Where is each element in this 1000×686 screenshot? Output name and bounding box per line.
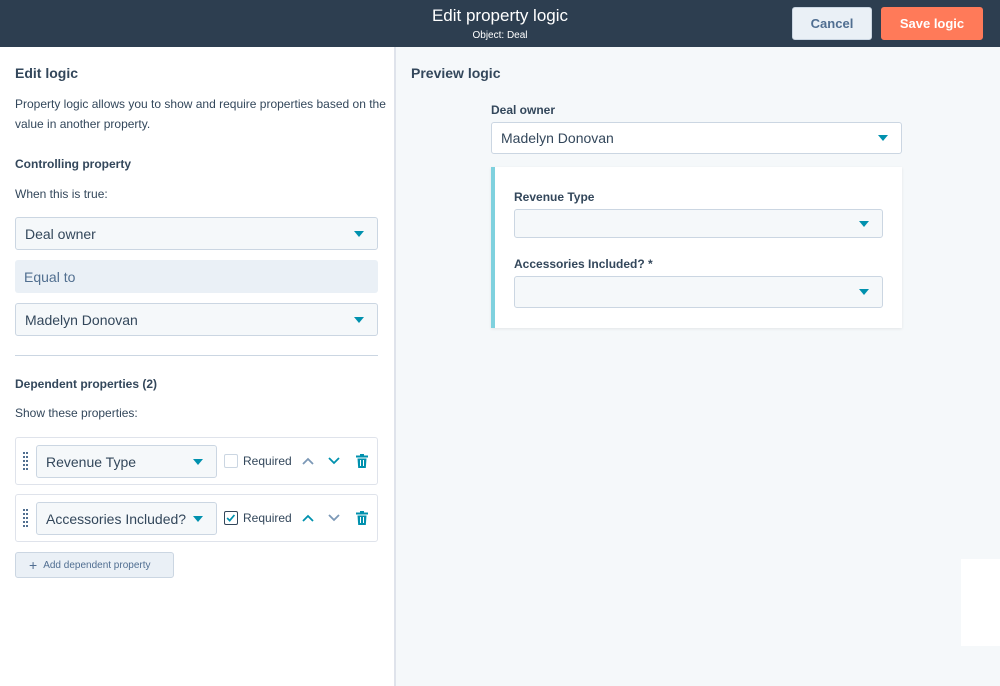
edit-logic-panel: [0, 47, 394, 686]
dependent-property-select[interactable]: Revenue Type: [36, 445, 217, 478]
deal-owner-select[interactable]: Madelyn Donovan: [491, 122, 902, 154]
caret-down-icon: [354, 230, 364, 237]
cancel-button[interactable]: Cancel: [792, 7, 872, 40]
required-checkbox[interactable]: [224, 454, 238, 468]
move-up-icon[interactable]: [301, 454, 315, 468]
move-down-icon[interactable]: [327, 511, 341, 525]
checkmark-icon: [226, 514, 236, 522]
dependent-row: Revenue Type Required: [15, 437, 378, 485]
revenue-type-label: Revenue Type: [514, 190, 595, 204]
when-true-text: When this is true:: [15, 187, 108, 201]
caret-down-icon: [193, 515, 203, 522]
white-overlay-patch: [961, 559, 1000, 646]
required-label: Required: [243, 511, 292, 525]
edit-logic-description: Property logic allows you to show and re…: [15, 97, 386, 131]
controlling-property-select[interactable]: Deal owner: [15, 217, 378, 250]
move-up-icon[interactable]: [301, 511, 315, 525]
move-down-icon[interactable]: [327, 454, 341, 468]
caret-down-icon: [193, 458, 203, 465]
dependent-property-value: Accessories Included?: [46, 510, 187, 527]
required-checkbox[interactable]: [224, 511, 238, 525]
header-bar: Edit property logic Object: Deal Cancel …: [0, 0, 1000, 47]
trash-icon[interactable]: [356, 511, 368, 525]
drag-handle-icon[interactable]: [23, 452, 29, 470]
edit-logic-heading: Edit logic: [15, 65, 78, 81]
dependent-property-select[interactable]: Accessories Included?: [36, 502, 217, 535]
add-dependent-label: Add dependent property: [43, 559, 151, 571]
dependent-properties-heading: Dependent properties (2): [15, 377, 158, 391]
add-dependent-property-button[interactable]: + Add dependent property: [15, 552, 174, 578]
match-value-text: Madelyn Donovan: [25, 311, 138, 328]
deal-owner-label: Deal owner: [491, 103, 556, 117]
accessories-included-select[interactable]: [514, 276, 883, 308]
section-divider: [15, 355, 378, 356]
operator-label: Equal to: [15, 260, 378, 293]
revenue-type-select[interactable]: [514, 209, 883, 238]
drag-handle-icon[interactable]: [23, 509, 29, 527]
controlling-property-heading: Controlling property: [15, 157, 131, 171]
required-label: Required: [243, 454, 292, 468]
save-logic-button[interactable]: Save logic: [881, 7, 983, 40]
match-value-select[interactable]: Madelyn Donovan: [15, 303, 378, 336]
preview-logic-heading: Preview logic: [411, 65, 501, 81]
dependent-row: Accessories Included? Required: [15, 494, 378, 542]
accessories-included-label: Accessories Included? *: [514, 257, 653, 271]
plus-icon: +: [29, 557, 38, 573]
controlling-property-value: Deal owner: [25, 225, 96, 242]
trash-icon[interactable]: [356, 454, 368, 468]
caret-down-icon: [859, 289, 869, 295]
caret-down-icon: [354, 316, 364, 323]
caret-down-icon: [859, 220, 869, 227]
show-properties-text: Show these properties:: [15, 406, 138, 420]
caret-down-icon: [878, 135, 888, 141]
dependent-property-value: Revenue Type: [46, 453, 137, 470]
deal-owner-value: Madelyn Donovan: [501, 130, 614, 146]
